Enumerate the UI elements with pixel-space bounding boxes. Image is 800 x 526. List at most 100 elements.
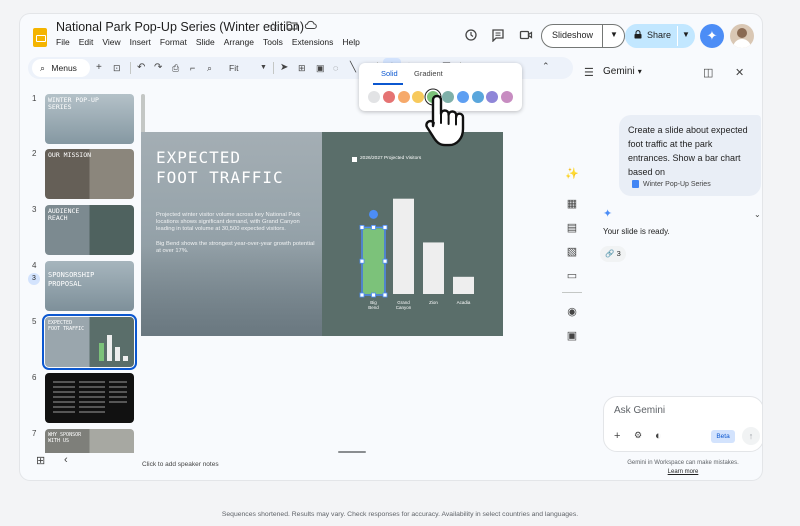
print-icon[interactable]: ⎙ — [172, 61, 179, 75]
slide-thumbnail[interactable]: WINTER POP-UP SERIES — [45, 94, 134, 144]
rotate-handle-icon[interactable] — [369, 209, 378, 219]
resize-handle[interactable] — [359, 258, 365, 264]
menu-tools[interactable]: Tools — [263, 37, 283, 47]
collapse-toolbar-icon[interactable]: ⌃ — [542, 61, 550, 72]
new-slide-layout-icon[interactable]: ⊡ — [113, 61, 121, 75]
document-title[interactable]: National Park Pop-Up Series (Winter edit… — [56, 20, 304, 34]
slides-logo-icon[interactable] — [33, 28, 47, 47]
table-icon[interactable]: ▦ — [564, 196, 580, 212]
paint-format-icon[interactable]: ⌐ — [190, 61, 195, 75]
fit-frame-icon[interactable]: ⊞ — [298, 61, 306, 75]
slide-title[interactable]: EXPECTED FOOT TRAFFIC — [156, 148, 284, 188]
resize-handle[interactable] — [371, 224, 376, 230]
add-icon[interactable]: + — [96, 61, 102, 75]
chevron-down-icon[interactable]: ▼ — [260, 61, 267, 75]
slide-thumbnail[interactable]: WHY SPONSOR WITH US — [45, 429, 134, 453]
grid-view-icon[interactable]: ⊞ — [36, 454, 45, 467]
open-in-panel-icon[interactable]: ◫ — [703, 66, 713, 79]
color-swatch[interactable] — [501, 91, 514, 103]
bar-chart[interactable]: Big Bend Grand Canyon Zion Acadia — [322, 132, 503, 336]
speaker-notes[interactable]: Click to add speaker notes — [142, 461, 219, 468]
video-call-icon[interactable] — [518, 28, 534, 44]
slide-thumbnail[interactable]: OUR MISSION — [45, 149, 134, 199]
slide-body-text[interactable]: Projected winter visitor volume across k… — [156, 212, 316, 262]
chevron-down-icon[interactable]: ⌄ — [754, 210, 761, 219]
screen-icon[interactable]: ▣ — [564, 328, 580, 344]
send-icon[interactable]: ↑ — [742, 427, 760, 445]
chart-bar[interactable] — [453, 276, 474, 294]
color-swatch[interactable] — [368, 91, 380, 103]
gemini-title[interactable]: Gemini ▾ — [603, 66, 642, 77]
folder-move-icon[interactable] — [286, 20, 298, 33]
zoom-icon[interactable]: ⌕ — [207, 61, 212, 75]
menu-edit[interactable]: Edit — [79, 37, 94, 47]
tab-solid[interactable]: Solid — [381, 69, 398, 78]
ask-gemini-input[interactable]: Ask Gemini + ⚙ ◐ Beta ↑ — [603, 396, 762, 452]
zoom-select[interactable]: Fit — [229, 61, 238, 75]
collapse-panel-icon[interactable]: ‹ — [64, 454, 68, 466]
shape-icon[interactable]: ◌ — [333, 61, 338, 75]
resize-handle[interactable] — [359, 224, 365, 230]
slide-thumbnail-selected[interactable]: EXPECTED FOOT TRAFFIC — [42, 314, 137, 370]
tab-gradient[interactable]: Gradient — [414, 69, 443, 78]
learn-more-link[interactable]: Learn more — [668, 469, 699, 475]
color-swatch[interactable] — [397, 91, 410, 103]
share-button[interactable]: Share ▼ — [625, 24, 695, 48]
resize-handle[interactable] — [382, 292, 388, 298]
gemini-spark-icon[interactable]: ✦ — [700, 24, 724, 48]
avatar[interactable] — [730, 24, 754, 48]
lock-icon — [634, 30, 642, 39]
line-icon[interactable]: ╲ — [350, 61, 356, 75]
close-icon[interactable]: ✕ — [735, 66, 744, 79]
resize-handle[interactable] — [382, 258, 388, 264]
menu-file[interactable]: File — [56, 37, 70, 47]
settings-sliders-icon[interactable]: ⚙ — [634, 430, 642, 441]
menu-arrange[interactable]: Arrange — [224, 37, 254, 47]
menu-help[interactable]: Help — [342, 37, 359, 47]
notes-resize-handle[interactable] — [338, 451, 366, 453]
cloud-status-icon[interactable] — [304, 20, 317, 33]
color-swatch[interactable] — [486, 91, 499, 103]
chart-bar[interactable] — [393, 198, 414, 294]
media-icon[interactable]: ▧ — [564, 244, 580, 260]
star-icon[interactable]: ☆ — [268, 20, 278, 33]
menu-format[interactable]: Format — [160, 37, 187, 47]
menu-view[interactable]: View — [102, 37, 120, 47]
slide-thumbnail[interactable]: AUDIENCE REACH — [45, 205, 134, 255]
sources-chip[interactable]: 🔗 3 — [600, 246, 626, 262]
history-icon[interactable] — [463, 28, 479, 44]
slide-thumbnail[interactable]: SPONSORSHIP PROPOSAL — [45, 261, 134, 311]
chart-category-label: Grand Canyon — [396, 300, 412, 310]
spark-icon[interactable]: ✨ — [564, 166, 580, 182]
undo-icon[interactable]: ↶ — [137, 61, 145, 75]
comment-icon[interactable]: ▤ — [564, 220, 580, 236]
chevron-down-icon[interactable]: ▼ — [610, 30, 618, 39]
comment-icon[interactable] — [490, 28, 506, 44]
menu-insert[interactable]: Insert — [130, 37, 151, 47]
color-swatch[interactable] — [382, 91, 395, 103]
attachment-name: Winter Pop-Up Series — [643, 180, 711, 188]
palette-icon[interactable]: ◐ — [655, 430, 662, 442]
resize-handle[interactable] — [371, 292, 376, 298]
search-icon: ⌕ — [40, 63, 46, 73]
search-menus-button[interactable]: ⌕ Menus — [32, 59, 90, 77]
add-icon[interactable]: + — [614, 430, 620, 442]
chart-bar[interactable] — [423, 242, 444, 294]
attachment-chip[interactable]: Winter Pop-Up Series — [632, 180, 711, 188]
slide-thumbnail[interactable] — [45, 373, 134, 423]
chevron-down-icon[interactable]: ▼ — [682, 30, 690, 39]
current-slide[interactable]: EXPECTED FOOT TRAFFIC Projected winter v… — [141, 132, 503, 336]
select-pointer-icon[interactable]: ➤ — [280, 61, 288, 75]
hamburger-menu-icon[interactable]: ☰ — [584, 66, 594, 79]
resize-handle[interactable] — [359, 292, 365, 298]
slideshow-button[interactable]: Slideshow ▼ — [541, 24, 625, 48]
folder-icon[interactable]: ▭ — [564, 268, 580, 284]
chart-bar[interactable] — [363, 228, 384, 294]
color-swatch[interactable] — [471, 91, 484, 103]
record-icon[interactable]: ◉ — [564, 304, 580, 320]
redo-icon[interactable]: ↷ — [154, 61, 162, 75]
menu-slide[interactable]: Slide — [196, 37, 215, 47]
image-icon[interactable]: ▣ — [316, 61, 325, 75]
menu-extensions[interactable]: Extensions — [292, 37, 334, 47]
resize-handle[interactable] — [382, 224, 388, 230]
